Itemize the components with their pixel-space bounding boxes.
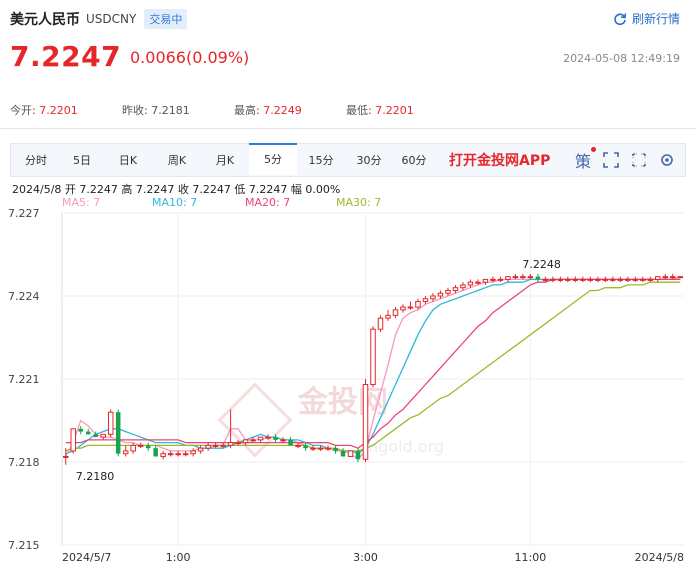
candle-body bbox=[197, 447, 204, 452]
candle-body bbox=[205, 444, 211, 449]
candle-body bbox=[580, 278, 586, 281]
candle-body bbox=[100, 433, 106, 438]
candle-body bbox=[587, 278, 594, 281]
price-annotation: 7.2248 bbox=[522, 258, 561, 271]
candle-body bbox=[437, 292, 444, 297]
x-tick-label: 11:00 bbox=[515, 551, 547, 564]
candle-body bbox=[175, 453, 181, 456]
candle-body bbox=[242, 439, 249, 444]
candle-body bbox=[490, 278, 496, 281]
candle-body bbox=[333, 448, 338, 451]
candle-body bbox=[550, 278, 556, 281]
candle-body bbox=[137, 444, 144, 447]
candle-body bbox=[460, 284, 466, 289]
candle-body bbox=[445, 289, 451, 294]
candle-body bbox=[93, 434, 98, 438]
candle-body bbox=[303, 445, 308, 449]
candle-body bbox=[182, 453, 189, 456]
candle-body bbox=[280, 439, 286, 442]
candle-body bbox=[662, 276, 669, 279]
candle-body bbox=[542, 278, 549, 281]
candle-body bbox=[527, 276, 534, 279]
candlestick-chart[interactable]: 金投网ngold.org7.2277.2247.2217.2187.215202… bbox=[0, 0, 696, 565]
x-tick-label: 1:00 bbox=[166, 551, 191, 564]
candle-body bbox=[557, 278, 564, 281]
candle-body bbox=[610, 278, 616, 281]
candle-body bbox=[430, 295, 436, 300]
y-tick-label: 7.227 bbox=[8, 207, 40, 220]
candle-body bbox=[482, 278, 489, 283]
candle-body bbox=[475, 281, 481, 284]
watermark-subtext: ngold.org bbox=[368, 437, 444, 456]
candle-body bbox=[295, 444, 301, 447]
candle-body bbox=[70, 428, 76, 452]
candle-body bbox=[407, 306, 414, 309]
candle-body bbox=[347, 450, 354, 457]
price-annotation: 7.2180 bbox=[76, 470, 115, 483]
candle-body bbox=[505, 276, 511, 280]
candle-body bbox=[467, 281, 474, 286]
candle-body bbox=[130, 444, 136, 452]
candle-body bbox=[400, 306, 406, 311]
candle-body bbox=[212, 444, 219, 447]
candle-body bbox=[107, 411, 114, 435]
candle-body bbox=[452, 287, 459, 291]
y-tick-label: 7.224 bbox=[8, 290, 40, 303]
candle-body bbox=[565, 278, 571, 281]
candle-body bbox=[153, 448, 158, 457]
candle-body bbox=[62, 455, 69, 458]
candle-body bbox=[595, 278, 601, 281]
candle-body bbox=[190, 450, 196, 455]
candle-body bbox=[392, 309, 399, 316]
candle-body bbox=[257, 436, 264, 441]
candle-body bbox=[288, 439, 293, 446]
candle-body bbox=[655, 276, 661, 280]
candle-body bbox=[250, 439, 256, 442]
candle-body bbox=[602, 278, 609, 281]
candle-body bbox=[78, 428, 83, 432]
candle-body bbox=[670, 276, 676, 279]
candle-body bbox=[220, 444, 226, 447]
candle-body bbox=[677, 276, 684, 279]
candle-body bbox=[317, 447, 324, 450]
candle-body bbox=[273, 437, 278, 440]
candle-body bbox=[415, 301, 421, 308]
candle-body bbox=[572, 278, 579, 281]
candle-body bbox=[625, 278, 631, 281]
candle-body bbox=[167, 453, 174, 456]
candle-body bbox=[355, 450, 361, 460]
candle-body bbox=[122, 450, 129, 455]
candle-body bbox=[617, 278, 624, 281]
candle-body bbox=[422, 298, 429, 303]
y-tick-label: 7.221 bbox=[8, 373, 40, 386]
x-tick-label: 2024/5/7 bbox=[62, 551, 111, 564]
candle-body bbox=[535, 276, 541, 280]
candle-body bbox=[160, 453, 166, 457]
y-tick-label: 7.218 bbox=[8, 456, 40, 469]
candle-body bbox=[115, 412, 121, 454]
candle-body bbox=[370, 328, 376, 386]
candle-body bbox=[362, 384, 369, 460]
candle-body bbox=[310, 447, 316, 450]
candle-body bbox=[497, 278, 504, 281]
candle-body bbox=[145, 445, 151, 449]
candle-body bbox=[632, 278, 639, 281]
candle-body bbox=[325, 447, 331, 450]
candle-body bbox=[640, 278, 646, 281]
candle-body bbox=[647, 278, 654, 281]
candle-body bbox=[85, 431, 91, 435]
candle-body bbox=[227, 442, 234, 446]
candle-body bbox=[340, 450, 346, 457]
candle-body bbox=[520, 276, 526, 279]
candle-body bbox=[377, 317, 384, 330]
y-tick-label: 7.215 bbox=[8, 539, 40, 552]
candle-body bbox=[385, 314, 391, 319]
candle-body bbox=[235, 442, 241, 445]
x-tick-label: 2024/5/8 bbox=[635, 551, 684, 564]
x-tick-label: 3:00 bbox=[353, 551, 378, 564]
candle-body bbox=[265, 436, 271, 439]
candle-body bbox=[512, 276, 519, 279]
